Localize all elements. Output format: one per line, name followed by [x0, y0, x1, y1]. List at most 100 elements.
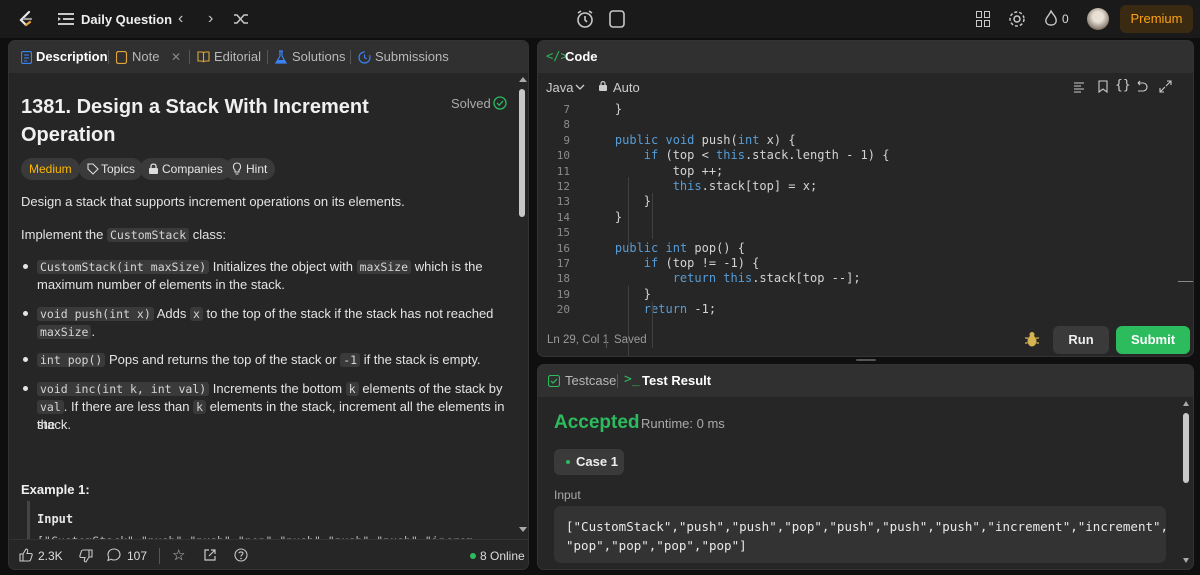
share-icon[interactable]	[203, 548, 217, 562]
settings-gear-icon[interactable]	[1008, 10, 1026, 28]
premium-button[interactable]: Premium	[1120, 5, 1193, 33]
code-line: }	[586, 102, 623, 116]
bullet-push: void push(int x) Adds x to the top of th…	[37, 305, 507, 341]
scrollbar-thumb[interactable]	[519, 89, 525, 217]
terminal-icon: >_	[624, 372, 640, 387]
like-count: 2.3K	[38, 549, 63, 563]
left-tab-bar: Description Note ✕ Editorial Solutions S…	[9, 41, 528, 73]
bullet-inc-line3: stack.	[37, 417, 71, 432]
panel-resize-handle[interactable]	[856, 359, 876, 361]
line-number: 10	[556, 149, 570, 163]
tab-solutions[interactable]: Solutions	[292, 41, 345, 73]
code-line: if (top < this.stack.length - 1) {	[643, 148, 890, 163]
prev-problem-icon[interactable]: ‹	[178, 11, 183, 27]
verdict-accepted: Accepted	[554, 412, 640, 433]
code-toolbar: Java Auto {}	[538, 73, 1193, 101]
case-1-tab[interactable]: Case 1	[554, 449, 624, 475]
bullet-pop: int pop() Pops and returns the top of th…	[37, 351, 480, 369]
code-tab-bar: </> Code	[538, 41, 1193, 73]
streak-flame-icon[interactable]	[1044, 10, 1058, 28]
tab-submissions[interactable]: Submissions	[375, 41, 449, 73]
divider	[159, 548, 160, 564]
topics-chip[interactable]: Topics	[79, 158, 144, 180]
comment-icon[interactable]	[107, 548, 121, 562]
help-question-icon[interactable]	[234, 548, 248, 562]
line-number: 8	[563, 118, 570, 132]
line-number: 19	[556, 287, 570, 301]
bookmark-icon[interactable]	[1098, 80, 1108, 93]
expand-icon[interactable]	[1159, 80, 1172, 93]
companies-label: Companies	[162, 162, 223, 176]
solved-status: Solved	[451, 96, 491, 111]
result-panel: Testcase >_ Test Result Accepted Runtime…	[537, 364, 1194, 570]
user-avatar[interactable]	[1087, 8, 1109, 30]
notes-icon[interactable]	[608, 9, 626, 29]
tab-note[interactable]: Note	[132, 41, 159, 73]
leetcode-logo[interactable]	[16, 9, 36, 29]
line-number: 20	[556, 303, 570, 317]
code-panel: </> Code Java Auto {} 7 } 8 9 public void …	[537, 40, 1194, 357]
submit-button[interactable]: Submit	[1116, 326, 1190, 354]
auto-mode[interactable]: Auto	[613, 80, 640, 95]
code-line: this.stack[top] = x;	[672, 179, 818, 193]
code-line: top ++;	[586, 163, 724, 178]
thumbs-down-icon[interactable]	[79, 549, 93, 563]
problem-intro: Design a stack that supports increment o…	[21, 194, 405, 209]
close-note-tab-icon[interactable]: ✕	[171, 41, 181, 73]
shuffle-icon[interactable]	[233, 12, 249, 26]
star-favorite-icon[interactable]: ☆	[172, 546, 185, 564]
editorial-icon	[197, 51, 210, 63]
tab-test-result[interactable]: Test Result	[642, 365, 711, 397]
topics-label: Topics	[101, 162, 136, 176]
problem-list-title[interactable]: Daily Question	[81, 12, 172, 27]
description-scrollbar[interactable]	[519, 77, 527, 533]
hint-chip[interactable]: Hint	[224, 158, 276, 180]
bullet-inc: void inc(int k, int val) Increments the …	[37, 380, 503, 398]
cursor-position: Ln 29, Col 1	[547, 334, 610, 346]
case-1-label: Case 1	[576, 454, 618, 469]
result-input-line2: "pop","pop","pop","pop"]	[566, 538, 747, 553]
submissions-history-icon	[358, 51, 371, 64]
layout-icon[interactable]	[976, 11, 990, 27]
tab-editorial[interactable]: Editorial	[214, 41, 261, 73]
thumbs-up-icon[interactable]	[19, 548, 33, 562]
code-editor[interactable]: 7 } 8 9 public void push(int x) {10 if (to…	[538, 101, 1193, 356]
description-footer: 2.3K 107 ☆ 8 Online	[9, 539, 528, 569]
tab-description[interactable]: Description	[36, 41, 108, 73]
implement-suffix: class:	[192, 227, 227, 242]
inline-code: CustomStack(int maxSize)	[37, 260, 210, 274]
debug-bug-icon[interactable]	[1023, 330, 1041, 348]
language-select[interactable]: Java	[546, 80, 573, 95]
streak-count: 0	[1062, 12, 1069, 26]
bullet-text: . If there are less than	[63, 399, 190, 414]
problem-list-icon[interactable]	[58, 12, 74, 26]
tab-testcase[interactable]: Testcase	[565, 365, 616, 397]
bullet-push-line2: maxSize.	[37, 323, 95, 341]
code-line: }	[586, 209, 623, 224]
example-heading: Example 1:	[21, 482, 90, 497]
scrollbar-thumb[interactable]	[1183, 413, 1189, 483]
difficulty-badge: Medium	[21, 158, 80, 180]
inline-code: void inc(int k, int val)	[37, 382, 210, 396]
bullet-text: Increments the bottom	[212, 381, 343, 396]
description-icon	[21, 51, 32, 64]
line-number: 15	[556, 226, 570, 240]
tab-code[interactable]: Code	[565, 41, 598, 73]
reset-undo-icon[interactable]	[1135, 80, 1148, 93]
result-scrollbar[interactable]	[1183, 401, 1189, 565]
run-button[interactable]: Run	[1053, 326, 1109, 354]
bullet-constructor: CustomStack(int maxSize) Initializes the…	[37, 258, 497, 276]
code-line: }	[586, 194, 652, 209]
code-line: if (top != -1) {	[643, 256, 760, 270]
chevron-down-icon[interactable]	[575, 84, 585, 91]
curly-braces-icon[interactable]: {}	[1115, 78, 1131, 93]
note-icon	[116, 51, 128, 64]
next-problem-icon[interactable]: ›	[208, 11, 213, 27]
inline-code: void push(int x)	[37, 307, 154, 321]
line-number: 16	[556, 241, 570, 255]
format-lines-icon[interactable]	[1073, 81, 1085, 93]
problem-title[interactable]: 1381. Design a Stack With Increment Oper…	[21, 93, 369, 149]
companies-chip[interactable]: Companies	[140, 158, 231, 180]
indent-guide	[628, 177, 629, 254]
timer-icon[interactable]	[574, 8, 596, 30]
